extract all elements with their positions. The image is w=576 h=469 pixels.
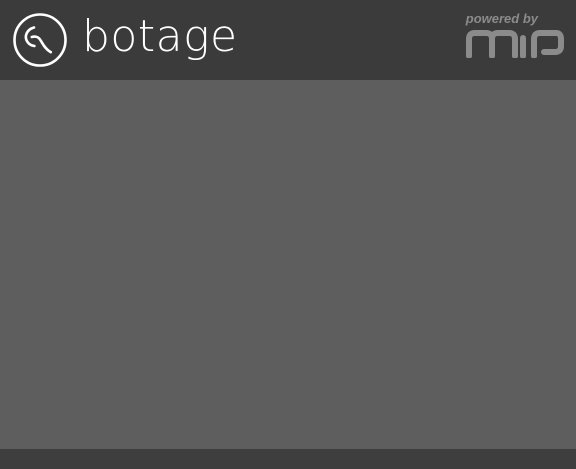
powered-by-label: powered by [465,11,538,26]
main-content-area [0,80,576,449]
botage-logo-icon [13,13,67,67]
brand-name: botage [82,11,238,62]
powered-by-badge: powered by [464,12,566,62]
footer-bar [0,449,576,469]
app-header: botage powered by [0,0,576,80]
mip-logo-icon [466,30,564,58]
page: botage powered by [0,0,576,469]
brand-lockup: botage [12,12,238,68]
